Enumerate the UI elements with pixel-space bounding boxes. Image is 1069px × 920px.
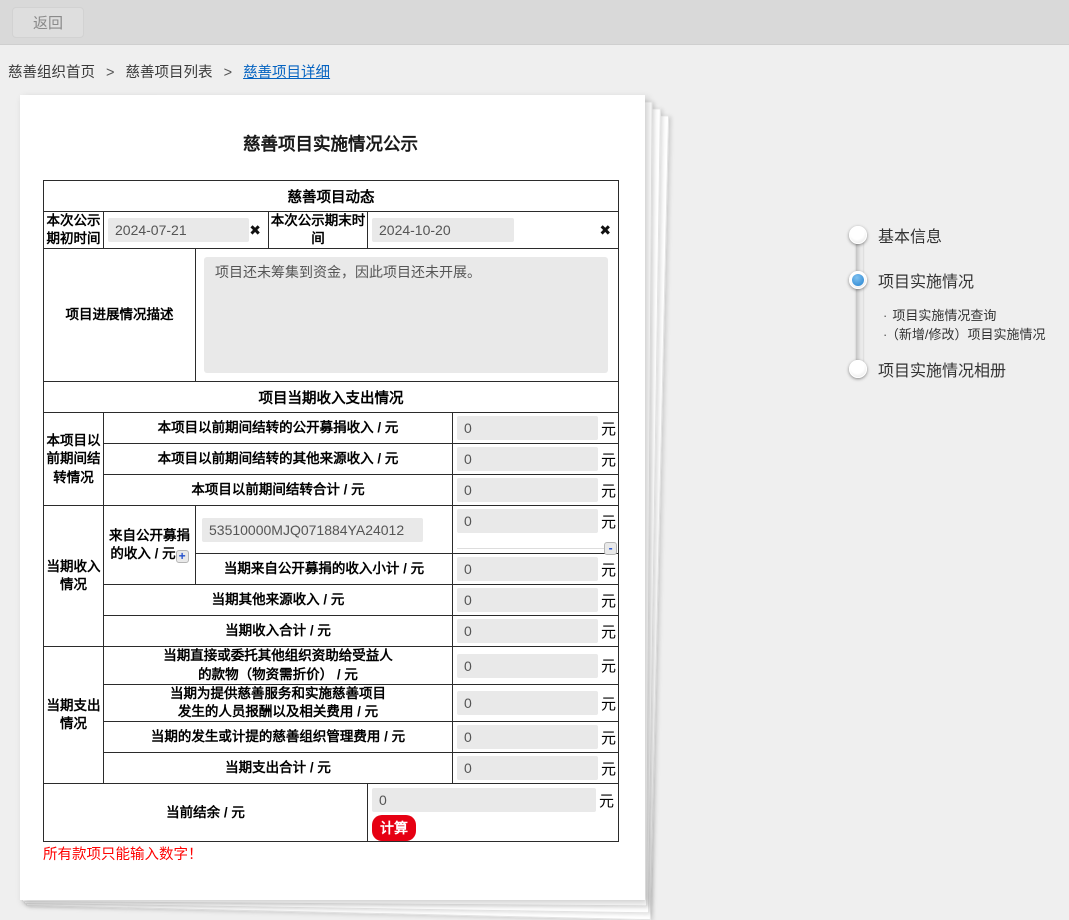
group-label-income: 当期收入情况 (43, 505, 104, 648)
substep-label[interactable]: 项目实施情况查询 (892, 308, 996, 323)
unit-label: 元 (601, 420, 617, 438)
row-label: 本项目以前期间结转合计 / 元 (103, 474, 453, 507)
step-label-basic-info[interactable]: 基本信息 (878, 223, 942, 247)
step-basic-info[interactable]: 基本信息 (849, 223, 942, 247)
breadcrumb-separator: > (106, 65, 115, 81)
period-end-input[interactable]: 2024-10-20 (372, 218, 514, 243)
breadcrumb-home[interactable]: 慈善组织首页 (8, 65, 95, 81)
unit-label: 元 (601, 623, 617, 641)
page-title: 慈善项目实施情况公示 (243, 134, 418, 154)
row-label: 本项目以前期间结转的公开募捐收入 / 元 (103, 412, 453, 445)
unit-label: 元 (601, 561, 617, 579)
unit-label: 元 (601, 760, 617, 778)
carryover-total-input[interactable]: 0 (457, 478, 599, 503)
fundraising-code-input[interactable]: 53510000MJQ071884YA24012 (202, 517, 423, 542)
progress-desc-textarea[interactable]: 项目还未筹集到资金，因此项目还未开展。 (204, 257, 609, 374)
period-start-input[interactable]: 2024-07-21 (108, 218, 250, 243)
back-button[interactable]: 返回 (12, 7, 84, 38)
row-label: 当期的发生或计提的慈善组织管理费用 / 元 (103, 721, 453, 754)
top-bar: 返回 (0, 0, 1069, 45)
unit-label: 元 (601, 513, 617, 531)
expense-admin-input[interactable]: 0 (457, 725, 599, 750)
step-track (856, 232, 863, 366)
expense-payroll-input[interactable]: 0 (457, 691, 599, 716)
clear-date-icon[interactable]: ✖ (599, 222, 611, 239)
carryover-public-input[interactable]: 0 (457, 416, 599, 441)
unit-label: 元 (601, 592, 617, 610)
expense-grant-input[interactable]: 0 (457, 653, 599, 678)
income-subtotal-input[interactable]: 0 (457, 557, 599, 582)
breadcrumb-separator: > (223, 65, 233, 81)
row-label: 当期其他来源收入 / 元 (103, 584, 453, 617)
add-row-button[interactable]: + (175, 550, 189, 564)
calculate-button[interactable]: 计算 (372, 815, 416, 842)
row-label: 当期来自公开募捐的收入小计 / 元 (195, 553, 453, 586)
step-implementation[interactable]: 项目实施情况 (849, 268, 974, 292)
unit-label: 元 (601, 482, 617, 500)
row-label: 当期支出合计 / 元 (103, 752, 453, 785)
progress-desc-label: 项目进展情况描述 (43, 248, 196, 383)
row-label: 本项目以前期间结转的其他来源收入 / 元 (103, 443, 453, 476)
step-circle-icon[interactable] (849, 226, 867, 244)
income-total-input[interactable]: 0 (457, 619, 599, 644)
row-label: 当期直接或委托其他组织资助给受益人 的款物（物资需折价） / 元 (103, 646, 453, 685)
bullet-icon: · (883, 327, 888, 342)
fundraising-amount-input[interactable]: 0 (457, 509, 599, 534)
step-circle-active-icon[interactable] (849, 271, 867, 289)
substep-label[interactable]: （新增/修改）项目实施情况 (892, 327, 1045, 342)
minus-row: - (457, 540, 618, 556)
unit-label: 元 (601, 451, 617, 469)
balance-label: 当前结余 / 元 (43, 783, 368, 843)
breadcrumb: 慈善组织首页 > 慈善项目列表 > 慈善项目详细 (8, 61, 330, 82)
unit-label: 元 (599, 792, 615, 810)
step-photo-album[interactable]: 项目实施情况相册 (849, 357, 1006, 381)
unit-label: 元 (601, 658, 617, 676)
group-label-expense: 当期支出情况 (43, 646, 104, 785)
group-label-carryover: 本项目以前期间结转情况 (43, 412, 104, 507)
numeric-only-warning: 所有款项只能输入数字！ (43, 847, 203, 863)
row-label: 当期为提供慈善服务和实施慈善项目 发生的人员报酬以及相关费用 / 元 (103, 683, 453, 723)
income-other-input[interactable]: 0 (457, 588, 599, 613)
period-start-label: 本次公示期初时间 (43, 210, 104, 250)
step-label-implementation[interactable]: 项目实施情况 (878, 268, 974, 292)
form-card: 慈善项目实施情况公示 慈善项目动态 本次公示期初时间 2024-07-21 ✖ … (20, 95, 645, 900)
clear-date-icon[interactable]: ✖ (249, 222, 261, 239)
breadcrumb-list[interactable]: 慈善项目列表 (126, 65, 213, 81)
step-nav: 基本信息 项目实施情况 · 项目实施情况查询 · （新增/修改）项目实施情况 项目实… (845, 218, 1069, 388)
unit-label: 元 (601, 695, 617, 713)
row-label: 当期收入合计 / 元 (103, 615, 453, 648)
section-header-dynamics: 慈善项目动态 (42, 180, 620, 212)
step-circle-icon[interactable] (849, 360, 867, 378)
remove-row-button[interactable]: - (604, 542, 618, 556)
balance-input[interactable]: 0 (372, 788, 597, 813)
bullet-icon: · (883, 308, 888, 323)
public-income-label: 来自公开募捐的收入 / 元 + (103, 505, 196, 586)
charity-form-table: 慈善项目动态 本次公示期初时间 2024-07-21 ✖ 本次公示期末时间 20… (42, 180, 620, 843)
section-header-finance: 项目当期收入支出情况 (42, 381, 620, 414)
substep-implementation-edit[interactable]: · （新增/修改）项目实施情况 (883, 324, 1045, 343)
period-end-label: 本次公示期末时间 (268, 210, 368, 250)
substep-implementation-query[interactable]: · 项目实施情况查询 (883, 305, 996, 324)
carryover-other-input[interactable]: 0 (457, 447, 599, 472)
breadcrumb-detail[interactable]: 慈善项目详细 (243, 65, 330, 81)
unit-label: 元 (601, 729, 617, 747)
step-label-photo-album[interactable]: 项目实施情况相册 (878, 357, 1006, 381)
expense-total-input[interactable]: 0 (457, 756, 599, 781)
